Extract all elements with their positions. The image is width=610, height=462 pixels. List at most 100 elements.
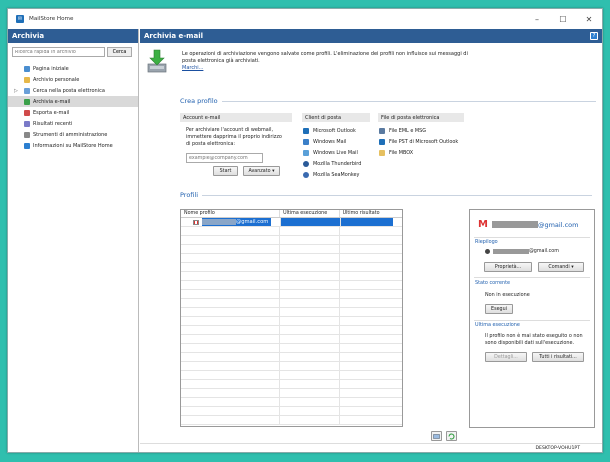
table-row-empty: [181, 362, 402, 371]
sidebar-item-label: Informazioni su MailStore Home: [33, 142, 113, 149]
search-button[interactable]: Cerca: [107, 47, 132, 57]
client-outlook[interactable]: Microsoft Outlook: [303, 126, 356, 135]
table-row-empty: [181, 317, 402, 326]
file-pst[interactable]: File PST di Microsoft Outlook: [379, 137, 458, 146]
table-row-empty: [181, 308, 402, 317]
intro-paragraph: Le operazioni di archiviazione vengono s…: [182, 51, 468, 65]
window-title: MailStore Home: [29, 16, 74, 22]
gmail-icon: [193, 219, 199, 225]
client-thunderbird[interactable]: Mozilla Thunderbird: [303, 159, 361, 168]
start-button[interactable]: Start: [213, 166, 238, 176]
advanced-button[interactable]: Avanzato ▾: [243, 166, 280, 176]
sidebar-item-personal-archive[interactable]: Archivio personale: [8, 74, 138, 85]
profile-name-text: @gmail.com: [236, 219, 269, 225]
expand-arrow-icon[interactable]: ▷: [14, 88, 18, 94]
redacted-block: [491, 221, 538, 228]
new-profile-icon[interactable]: [431, 431, 442, 441]
outlook-icon: [303, 127, 309, 134]
table-row[interactable]: @gmail.com: [181, 218, 402, 227]
redacted-block: [202, 219, 236, 225]
sidebar-header: Archivia: [8, 29, 138, 43]
current-status-title: Stato corrente: [475, 280, 511, 286]
last-run-cell: [281, 218, 341, 226]
sidebar-item-label: Cerca nella posta elettronica: [33, 87, 105, 94]
user-icon: [485, 249, 490, 254]
table-row-empty: [181, 227, 402, 236]
email-address-input[interactable]: [186, 153, 263, 163]
profile-name-selection: @gmail.com: [202, 218, 272, 226]
dropdown-arrow-icon: ▾: [571, 264, 574, 270]
summary-account-email: @gmail.com: [529, 249, 559, 254]
section-divider: [221, 100, 596, 102]
redacted-block: [493, 249, 529, 254]
sidebar-item-home[interactable]: Pagina iniziale: [8, 63, 138, 74]
table-row-empty: [181, 344, 402, 353]
table-row-empty: [181, 281, 402, 290]
divider: [474, 320, 590, 321]
column-header-profile-name[interactable]: Nome profilo: [181, 210, 281, 217]
table-row-empty: [181, 263, 402, 272]
client-seamonkey[interactable]: Mozilla SeaMonkey: [303, 170, 359, 179]
last-result-cell: [341, 218, 393, 226]
summary-account: @gmail.com: [485, 249, 559, 254]
sidebar-item-archive-email[interactable]: Archivia e-mail: [8, 96, 138, 107]
client-label: Mozilla SeaMonkey: [313, 171, 360, 178]
export-icon: [24, 109, 30, 116]
status-bar: DESKTOP-VOHU1PT: [140, 443, 602, 452]
pst-file-icon: [379, 138, 385, 145]
client-windows-live-mail[interactable]: Windows Live Mail: [303, 148, 358, 157]
file-eml-msg[interactable]: File EML e MSG: [379, 126, 426, 135]
create-profile-title: Crea profilo: [180, 97, 218, 105]
account-email-text: Per archiviare l'account di webmail, imm…: [186, 127, 282, 147]
tools-icon: [24, 131, 30, 138]
commands-button[interactable]: Comandi ▾: [538, 262, 584, 272]
table-row-empty: [181, 380, 402, 389]
table-row-empty: [181, 290, 402, 299]
table-row-empty: [181, 335, 402, 344]
trademarks-link[interactable]: Marchi...: [182, 65, 203, 71]
detail-account: M @gmail.com: [478, 219, 578, 230]
sidebar-item-recent-results[interactable]: Risultati recenti: [8, 118, 138, 129]
main-header: Archivia e-mail: [140, 29, 602, 43]
run-button[interactable]: Esegui: [485, 304, 513, 314]
table-row-empty: [181, 326, 402, 335]
details-button[interactable]: Dettagli...: [485, 352, 527, 362]
last-run-text: Il profilo non è mai stato eseguito o no…: [485, 333, 583, 346]
file-label: File EML e MSG: [389, 127, 427, 134]
profiles-section: Profili: [180, 191, 593, 199]
current-status-text: Non in esecuzione: [485, 292, 530, 298]
sidebar-item-admin-tools[interactable]: Strumenti di amministrazione: [8, 129, 138, 140]
file-label: File PST di Microsoft Outlook: [389, 138, 459, 145]
profiles-title: Profili: [180, 191, 199, 199]
sidebar-item-label: Pagina iniziale: [33, 65, 69, 72]
windows-mail-icon: [303, 138, 309, 145]
close-button[interactable]: ✕: [576, 15, 602, 24]
column-header-last-run[interactable]: Ultima esecuzione: [280, 210, 340, 217]
divider: [474, 277, 590, 278]
sidebar-item-search-mail[interactable]: ▷ Cerca nella posta elettronica: [8, 85, 138, 96]
all-results-button[interactable]: Tutti i risultati...: [532, 352, 584, 362]
maximize-button[interactable]: ☐: [550, 15, 576, 24]
file-mbox[interactable]: File MBOX: [379, 148, 413, 157]
sidebar-item-label: Esporta e-mail: [33, 109, 70, 116]
minimize-button[interactable]: –: [524, 15, 550, 24]
windows-live-mail-icon: [303, 149, 309, 156]
column-header-last-result[interactable]: Ultimo risultato: [340, 210, 402, 217]
sidebar-item-export-email[interactable]: Esporta e-mail: [8, 107, 138, 118]
table-row-empty: [181, 407, 402, 416]
quick-search-input[interactable]: [12, 47, 105, 57]
commands-button-label: Comandi: [548, 264, 570, 270]
client-windows-mail[interactable]: Windows Mail: [303, 137, 346, 146]
sidebar-item-about[interactable]: Informazioni su MailStore Home: [8, 140, 138, 151]
properties-button[interactable]: Proprietà...: [484, 262, 532, 272]
refresh-icon[interactable]: [446, 431, 457, 441]
results-icon: [24, 120, 30, 127]
title-bar: ✉ MailStore Home – ☐ ✕: [8, 9, 602, 29]
profiles-table[interactable]: Nome profilo Ultima esecuzione Ultimo ri…: [180, 209, 403, 427]
help-icon[interactable]: ?: [590, 32, 598, 40]
client-label: Windows Mail: [313, 138, 347, 145]
client-label: Windows Live Mail: [313, 149, 358, 156]
archive-download-icon: [147, 49, 167, 73]
gmail-logo-icon: M: [478, 219, 488, 230]
sidebar: Archivia Cerca Pagina iniziale Archivio …: [8, 29, 139, 452]
